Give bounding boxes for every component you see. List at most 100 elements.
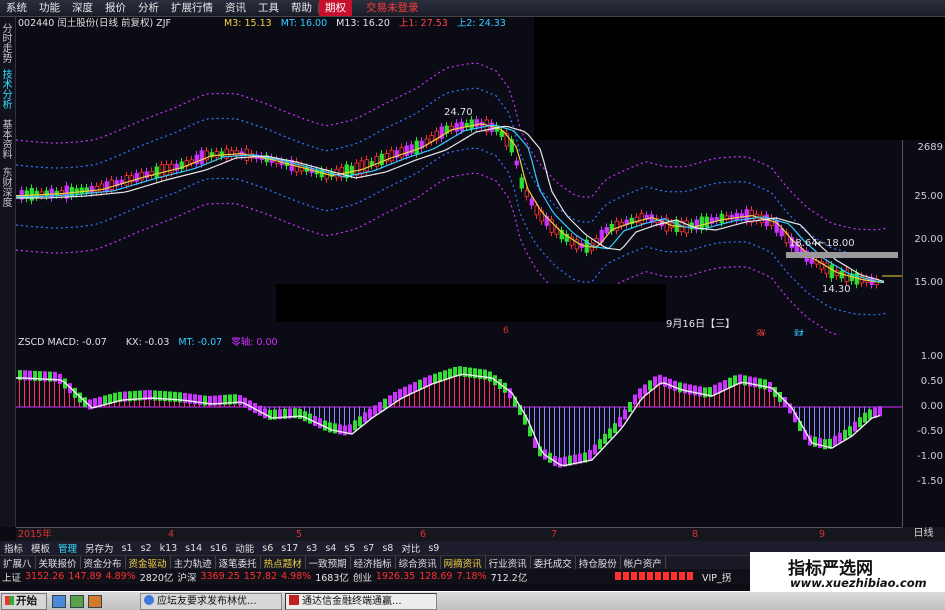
candle-body [169, 163, 174, 174]
menu-item-tools[interactable]: 工具 [252, 0, 285, 16]
indicator-tab[interactable]: s1 [118, 543, 137, 554]
menu-item-extended-market[interactable]: 扩展行情 [165, 0, 219, 16]
function-tab[interactable]: 帐户资产 [621, 556, 666, 570]
moving-average-line [16, 125, 885, 282]
macd-signal-block [373, 405, 377, 416]
indicator-tab[interactable]: s3 [302, 543, 321, 554]
right-price-scale: 2689 25.00 20.00 15.00 1.00 0.50 0.00 -0… [902, 140, 945, 530]
taskbar-window-item-active[interactable]: 通达信金融终端通赢... [285, 593, 437, 610]
scale-price-20: 20.00 [914, 234, 943, 245]
moving-average-line [16, 124, 885, 283]
macd-signal-block [683, 383, 687, 394]
vip-label[interactable]: VIP_拐 [700, 570, 733, 584]
indicator-tab[interactable]: s8 [378, 543, 397, 554]
indicator-tab[interactable]: s17 [277, 543, 302, 554]
macd-signal-block [678, 382, 682, 393]
menu-item-quote[interactable]: 报价 [99, 0, 132, 16]
candle-body [94, 186, 99, 193]
macd-canvas[interactable] [16, 336, 902, 526]
candle-body [414, 140, 419, 155]
function-tab[interactable]: 一致预期 [306, 556, 351, 570]
indicator-tab[interactable]: 模板 [27, 541, 54, 555]
function-tab[interactable]: 关联报价 [36, 556, 81, 570]
scale-macd-1: 1.00 [920, 351, 943, 362]
function-tab[interactable]: 热点题材 [261, 556, 306, 570]
indicator-tab[interactable]: 另存为 [81, 541, 118, 555]
menu-item-news[interactable]: 资讯 [219, 0, 252, 16]
scale-price-25: 25.00 [914, 191, 943, 202]
side-tab-technical[interactable]: 技术分析 [1, 71, 14, 111]
indicator-tab[interactable]: s16 [206, 543, 231, 554]
function-tab[interactable]: 逐笔委托 [216, 556, 261, 570]
tdx-app-icon [289, 595, 299, 605]
indicator-tab[interactable]: 管理 [54, 541, 81, 555]
indicator-tab[interactable]: 对比 [397, 541, 424, 555]
quick-launch-icon[interactable] [70, 595, 84, 608]
indicator-tab[interactable]: s5 [340, 543, 359, 554]
menu-item-function[interactable]: 功能 [33, 0, 66, 16]
index-label-sh[interactable]: 上证 [0, 570, 23, 584]
function-tab[interactable]: 委托成交 [531, 556, 576, 570]
function-tab[interactable]: 扩展八 [0, 556, 36, 570]
trade-login-status[interactable]: 交易未登录 [360, 0, 425, 16]
indicator-tab[interactable]: s6 [258, 543, 277, 554]
scale-macd-0: 0.00 [920, 401, 943, 412]
function-tab[interactable]: 主力轨迹 [171, 556, 216, 570]
candle-body [614, 220, 619, 231]
macd-signal-block [353, 420, 357, 431]
ma-m13-value: M13: 16.20 [336, 18, 390, 29]
menu-item-depth[interactable]: 深度 [66, 0, 99, 16]
side-tab-intraday[interactable]: 分时走势 [1, 25, 14, 65]
function-tab[interactable]: 综合资讯 [396, 556, 441, 570]
side-tab-fundamentals[interactable]: 基本资料 [1, 121, 14, 161]
quick-launch-icon[interactable] [88, 595, 102, 608]
function-tab[interactable]: 经济指标 [351, 556, 396, 570]
indicator-tab[interactable]: s9 [424, 543, 443, 554]
macd-panel[interactable]: ZSCD MACD: -0.07 KX: -0.03 MT: -0.07 零轴:… [16, 336, 902, 526]
macd-signal-block [838, 432, 842, 443]
macd-line [16, 373, 881, 467]
period-selector[interactable]: 日线 [902, 527, 945, 541]
mid-price-label: 18.64←18.00 [789, 238, 855, 249]
macd-signal-block [758, 378, 762, 389]
stock-title: 002440 闰土股份(日线 前复权) ZJF [18, 18, 172, 29]
indicator-tab[interactable]: k13 [156, 543, 182, 554]
macd-signal-block [608, 428, 612, 439]
macd-signal-block [833, 435, 837, 446]
resistance-marker [786, 252, 898, 258]
menu-item-analysis[interactable]: 分析 [132, 0, 165, 16]
macd-signal-block [603, 433, 607, 444]
menu-item-help[interactable]: 帮助 [285, 0, 318, 16]
function-tab[interactable]: 网摘资讯 [441, 556, 486, 570]
macd-signal-block [743, 375, 747, 386]
function-tab[interactable]: 资金分布 [81, 556, 126, 570]
macd-signal-block [188, 393, 192, 404]
indicator-tab[interactable]: 动能 [231, 541, 258, 555]
menu-item-system[interactable]: 系统 [0, 0, 33, 16]
candle-body [99, 183, 104, 193]
macd-signal-block [463, 366, 467, 377]
taskbar-window-item[interactable]: 应坛友要求发布林优... [140, 593, 282, 610]
time-axis-label: 5 [296, 529, 303, 540]
macd-signal-block [668, 378, 672, 389]
candle-body [214, 151, 219, 158]
index-label-cy[interactable]: 创业 [351, 570, 374, 584]
macd-signal-block [638, 388, 642, 399]
index-label-hs[interactable]: 沪深 [175, 570, 198, 584]
function-tab[interactable]: 资金驱动 [126, 556, 171, 570]
indicator-tab[interactable]: 指标 [0, 541, 27, 555]
macd-signal-block [693, 385, 697, 396]
side-tab-depth[interactable]: 东财深度 [1, 169, 14, 209]
indicator-tab[interactable]: s14 [181, 543, 206, 554]
indicator-tab[interactable]: s4 [321, 543, 340, 554]
candle-body [199, 150, 204, 165]
time-axis-label: 4 [168, 529, 175, 540]
start-button[interactable]: 开始 [1, 593, 47, 610]
indicator-tab[interactable]: s7 [359, 543, 378, 554]
macd-signal-block [363, 412, 367, 423]
indicator-tab[interactable]: s2 [137, 543, 156, 554]
function-tab[interactable]: 行业资讯 [486, 556, 531, 570]
function-tab[interactable]: 持仓股份 [576, 556, 621, 570]
quick-launch-icon[interactable] [52, 595, 66, 608]
menu-item-options[interactable]: 期权 [319, 0, 352, 16]
